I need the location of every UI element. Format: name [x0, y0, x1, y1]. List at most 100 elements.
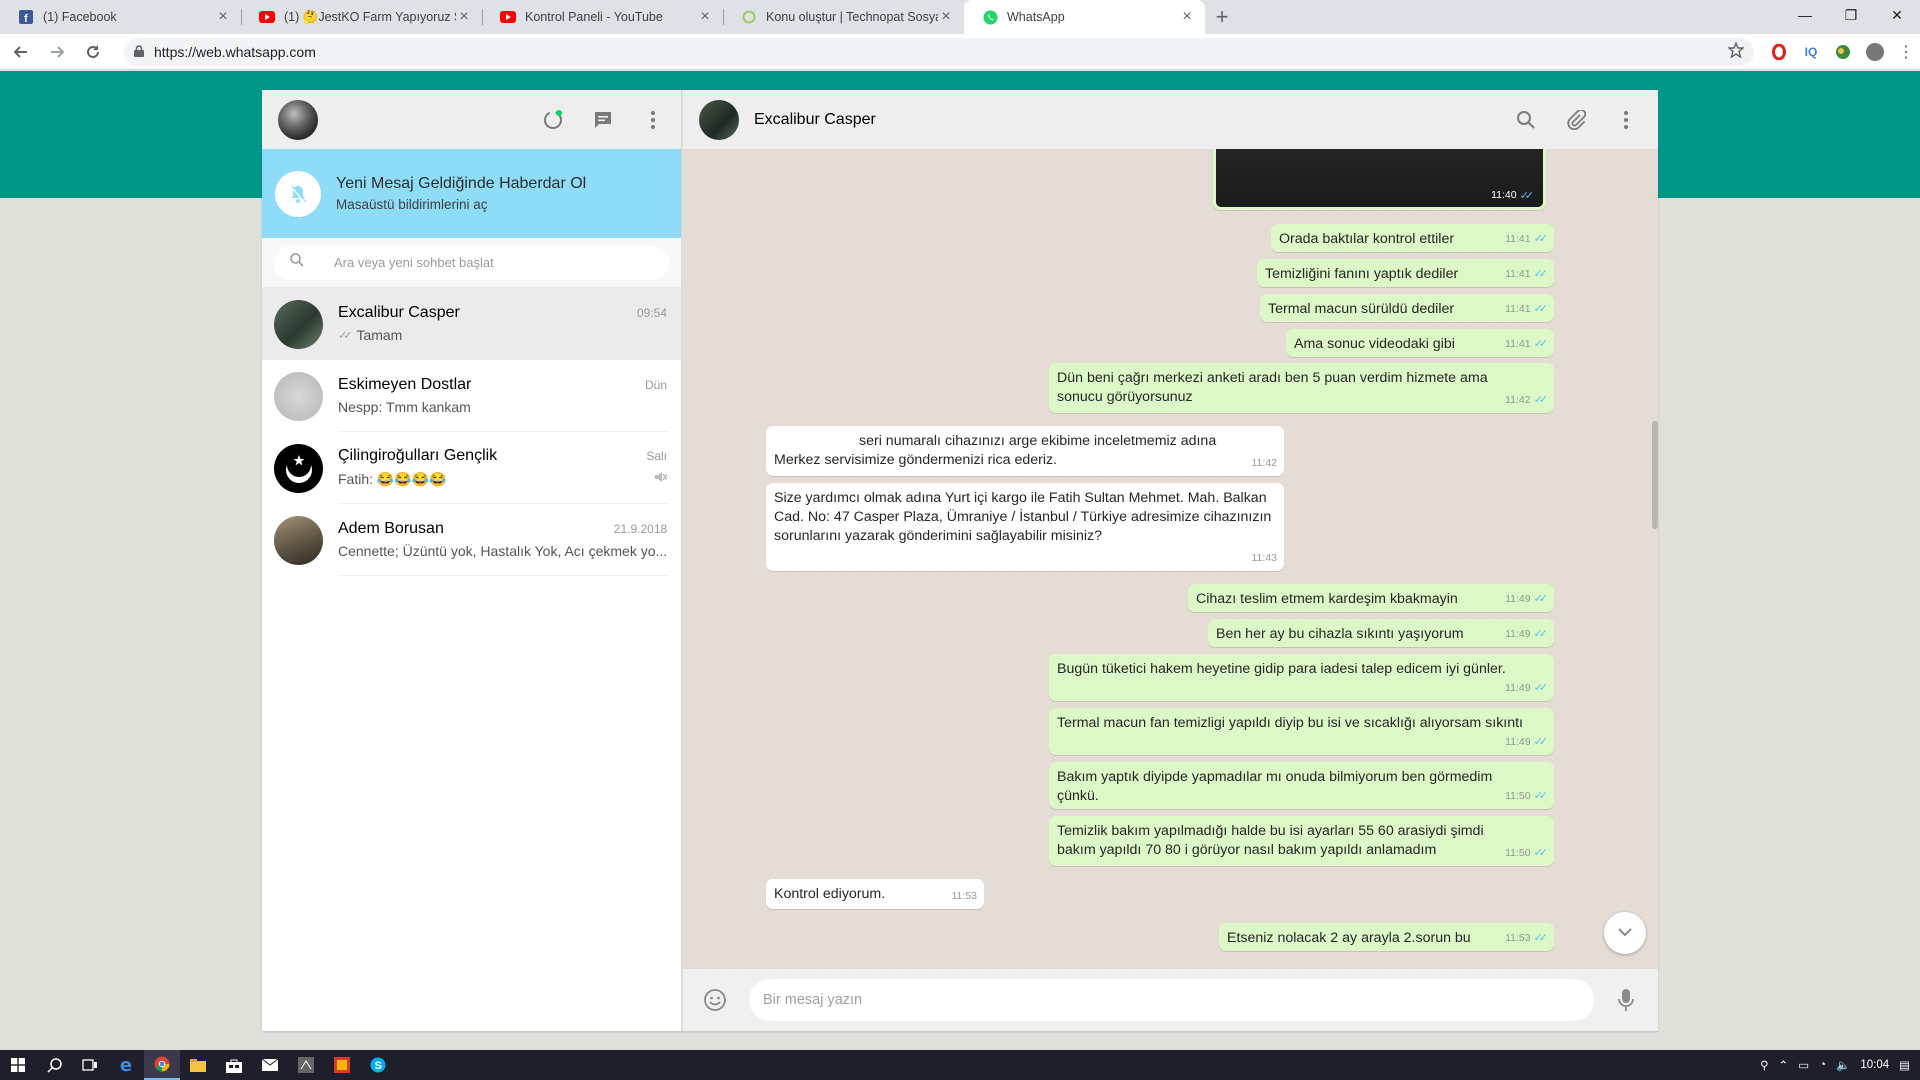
close-icon[interactable]: × [215, 8, 231, 26]
close-icon[interactable]: × [938, 8, 954, 26]
tab-technopat[interactable]: Konu oluştur | Technopat Sosyal × [723, 0, 964, 34]
contact-avatar[interactable] [699, 99, 739, 140]
message-bubble-out[interactable]: Bakım yaptık diyipde yapmadılar mı onuda… [1049, 762, 1554, 809]
browser-menu-icon[interactable]: ⋮ [1898, 42, 1914, 62]
forward-button[interactable] [42, 37, 72, 67]
message-time: 11:50 [1505, 790, 1531, 802]
conversation-header[interactable]: Excalibur Casper [682, 90, 1658, 149]
message-bubble-out[interactable]: Ben her ay bu cihazla sıkıntı yaşıyorum … [1208, 619, 1554, 647]
reload-button[interactable] [78, 37, 108, 67]
chat-item-excalibur-casper[interactable]: Excalibur Casper 09:54 ✓✓ Tamam [262, 288, 681, 360]
search-icon [290, 253, 304, 272]
chat-item-eskimeyen-dostlar[interactable]: Eskimeyen Dostlar Dün Nespp: Tmm kankam [262, 360, 681, 432]
tab-youtube-farm[interactable]: (1) 🤔JestKO Farm Yapıyoruz Sen × [241, 0, 482, 34]
menu-icon[interactable] [641, 108, 665, 132]
muted-icon [653, 470, 668, 489]
close-icon[interactable]: × [456, 8, 472, 26]
mail-icon[interactable] [252, 1050, 288, 1080]
message-bubble-out[interactable]: Orada baktılar kontrol ettiler 11:41 ✓✓ [1271, 224, 1554, 252]
message-bubble-in[interactable]: Kontrol ediyorum. 11:53 [766, 879, 984, 909]
message-bubble-out[interactable]: Temizliğini fanını yaptık dediler 11:41 ✓… [1257, 259, 1554, 287]
chat-name: Eskimeyen Dostlar [338, 376, 472, 393]
lock-icon [134, 44, 144, 60]
message-bubble-out[interactable]: Cihazı teslim etmem kardeşim kbakmayin 1… [1188, 584, 1554, 612]
notification-subtitle[interactable]: Masaüstü bildirimlerini aç [336, 197, 586, 212]
game-app-icon[interactable] [324, 1050, 360, 1080]
emoji-icon[interactable] [703, 988, 727, 1012]
chrome-icon[interactable] [144, 1050, 180, 1080]
new-tab-button[interactable]: + [1205, 0, 1239, 34]
chat-item-adem-borusan[interactable]: Adem Borusan 21.9.2018 Cennette; Üzüntü y… [262, 504, 681, 576]
url-text: https://web.whatsapp.com [154, 43, 316, 60]
profile-avatar[interactable] [1866, 42, 1884, 61]
message-list[interactable]: 11:40 ✓✓ Orada baktılar kontrol ettiler 1… [682, 149, 1658, 969]
close-icon[interactable]: × [1179, 8, 1195, 26]
notification-banner[interactable]: Yeni Mesaj Geldiğinde Haberdar Ol Masaüs… [262, 149, 681, 238]
edge-icon[interactable]: e [108, 1050, 144, 1080]
chat-name: Çilingiroğulları Gençlik [338, 446, 498, 464]
iq-extension-icon[interactable]: IQ [1802, 42, 1820, 61]
maximize-button[interactable]: ❐ [1828, 0, 1874, 30]
notification-center-icon[interactable]: ▤ [1899, 1058, 1910, 1072]
battery-icon[interactable]: ▭ [1798, 1058, 1809, 1072]
search-icon[interactable] [36, 1050, 72, 1080]
opera-icon[interactable] [1770, 42, 1788, 61]
back-button[interactable] [6, 37, 36, 67]
browser-toolbar: https://web.whatsapp.com IQ ⋮ [0, 34, 1920, 70]
status-icon[interactable] [541, 108, 565, 132]
store-icon[interactable] [216, 1050, 252, 1080]
tab-whatsapp[interactable]: WhatsApp × [964, 0, 1205, 34]
clock[interactable]: 10:04 [1860, 1059, 1889, 1071]
message-bubble-out[interactable]: Etseniz nolacak 2 ay arayla 2.sorun bu 1… [1219, 923, 1554, 951]
new-chat-icon[interactable] [591, 108, 615, 132]
bell-off-icon [275, 170, 321, 217]
search-input[interactable]: Ara veya yeni sohbet başlat [274, 245, 669, 280]
close-icon[interactable]: × [697, 8, 713, 26]
scrollbar[interactable] [1652, 421, 1658, 529]
conversation-panel: Excalibur Casper 11:40 ✓✓ Orada baktılar … [682, 90, 1658, 1031]
message-bubble-out[interactable]: Bugün tüketici hakem heyetine gidip para… [1049, 654, 1554, 701]
address-bar[interactable]: https://web.whatsapp.com [124, 37, 1754, 66]
minimize-button[interactable]: — [1782, 0, 1828, 30]
message-bubble-out[interactable]: Temizlik bakım yapılmadığı halde bu isi … [1049, 816, 1554, 866]
windows-start-icon[interactable] [0, 1050, 36, 1080]
menu-icon[interactable] [1614, 108, 1638, 132]
scroll-down-button[interactable] [1604, 912, 1646, 954]
tab-facebook[interactable]: f (1) Facebook × [0, 0, 241, 34]
window-close-button[interactable]: ✕ [1874, 0, 1920, 30]
message-bubble-out[interactable]: Ama sonuc videodaki gibi 11:41 ✓✓ [1286, 329, 1554, 357]
message-text: Orada baktılar kontrol ettiler [1279, 231, 1455, 247]
search-icon[interactable] [1514, 108, 1538, 132]
contact-name[interactable]: Excalibur Casper [754, 111, 876, 129]
image-message[interactable]: 11:40 ✓✓ [1213, 149, 1546, 210]
microphone-icon[interactable] [1614, 988, 1638, 1012]
tab-youtube-panel[interactable]: Kontrol Paneli - YouTube × [482, 0, 723, 34]
app-icon[interactable] [288, 1050, 324, 1080]
message-input[interactable]: Bir mesaj yazın [749, 979, 1594, 1021]
chat-item-cilingirogullari-genclik[interactable]: Çilingiroğulları Gençlik Salı Fatih: 😂😂😂😂 [262, 432, 681, 504]
message-text: Ben her ay bu cihazla sıkıntı yaşıyorum [1216, 626, 1464, 642]
globe-extension-icon[interactable] [1834, 42, 1852, 61]
volume-icon[interactable]: 🔈 [1836, 1058, 1850, 1072]
read-ticks-icon: ✓✓ [1533, 790, 1549, 802]
system-tray: ⚲ ⌃ ▭ ◔ 🔈 10:04 ▤ [1760, 1058, 1920, 1072]
message-text: Termal macun fan temizligi yapıldı diyip… [1057, 715, 1523, 731]
chat-time: Salı [646, 448, 667, 463]
browser-tab-bar: f (1) Facebook × (1) 🤔JestKO Farm Yapıyo… [0, 0, 1920, 34]
task-view-icon[interactable] [72, 1050, 108, 1080]
network-icon[interactable]: ◔ [1819, 1059, 1826, 1071]
message-bubble-in[interactable]: Size yardımcı olmak adına Yurt içi kargo… [766, 483, 1284, 571]
skype-icon[interactable]: S [360, 1050, 396, 1080]
file-explorer-icon[interactable] [180, 1050, 216, 1080]
message-bubble-out[interactable]: Termal macun sürüldü dediler 11:41 ✓✓ [1260, 294, 1554, 322]
message-bubble-out[interactable]: Termal macun fan temizligi yapıldı diyip… [1049, 708, 1554, 755]
message-input-placeholder: Bir mesaj yazın [763, 992, 863, 1008]
attach-icon[interactable] [1564, 108, 1588, 132]
people-icon[interactable]: ⚲ [1760, 1058, 1768, 1072]
bookmark-star-icon[interactable] [1727, 41, 1745, 61]
message-bubble-out[interactable]: Dün beni çağrı merkezi anketi aradı ben … [1049, 363, 1554, 413]
chevron-up-icon[interactable]: ⌃ [1779, 1058, 1789, 1072]
my-avatar[interactable] [278, 99, 318, 140]
image-thumbnail[interactable]: 11:40 ✓✓ [1216, 149, 1543, 207]
message-bubble-in[interactable]: seri numaralı cihazınızı arge ekibime in… [766, 426, 1284, 476]
